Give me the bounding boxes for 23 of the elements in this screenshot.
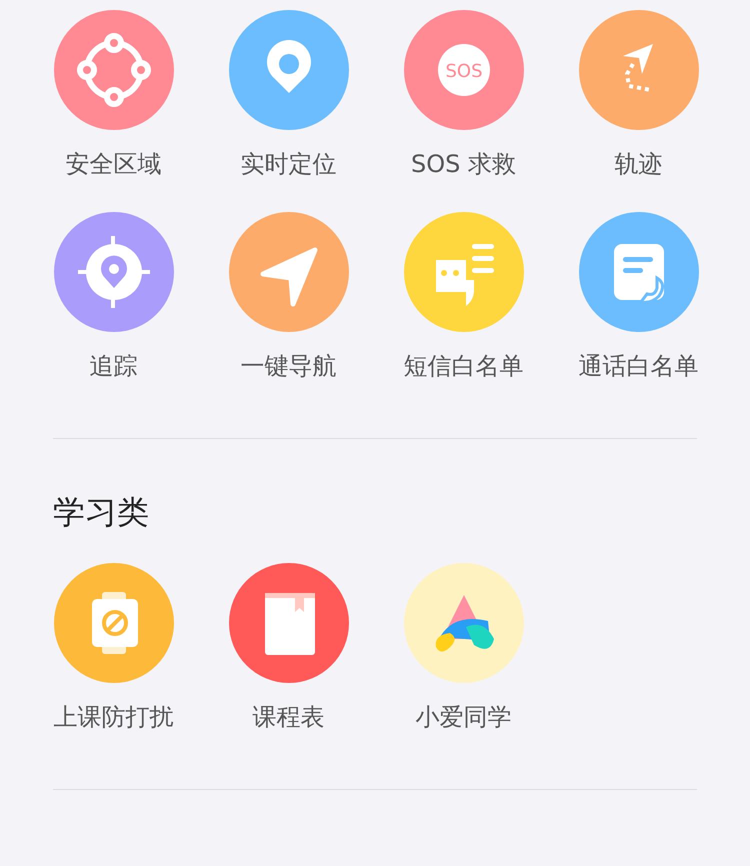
location-pin-icon[interactable] <box>228 10 348 130</box>
feature-label: 上课防打扰 <box>54 702 174 733</box>
area-icon[interactable] <box>54 10 174 130</box>
phone-note-icon[interactable] <box>578 212 698 332</box>
feature-label: 课程表 <box>252 702 324 733</box>
feature-label: 轨迹 <box>614 149 662 180</box>
feature-label: 追踪 <box>90 351 138 382</box>
sos-label: SOS <box>444 61 482 82</box>
feature-label: SOS 求救 <box>411 149 516 180</box>
feature-label: 短信白名单 <box>404 351 524 382</box>
feature-label: 实时定位 <box>240 149 336 180</box>
feature-label: 安全区域 <box>66 149 162 180</box>
crosshair-icon[interactable] <box>54 212 174 332</box>
feature-label: 一键导航 <box>240 351 336 382</box>
sos-icon[interactable]: SOS <box>404 10 524 130</box>
message-icon[interactable] <box>404 212 524 332</box>
section-title: 学习类 <box>53 492 150 533</box>
book-icon[interactable] <box>228 563 348 683</box>
assistant-icon[interactable] <box>404 563 524 683</box>
feature-label: 小爱同学 <box>416 702 512 733</box>
track-icon[interactable] <box>578 10 698 130</box>
feature-label: 通话白名单 <box>578 351 698 382</box>
watch-icon[interactable] <box>54 563 174 683</box>
